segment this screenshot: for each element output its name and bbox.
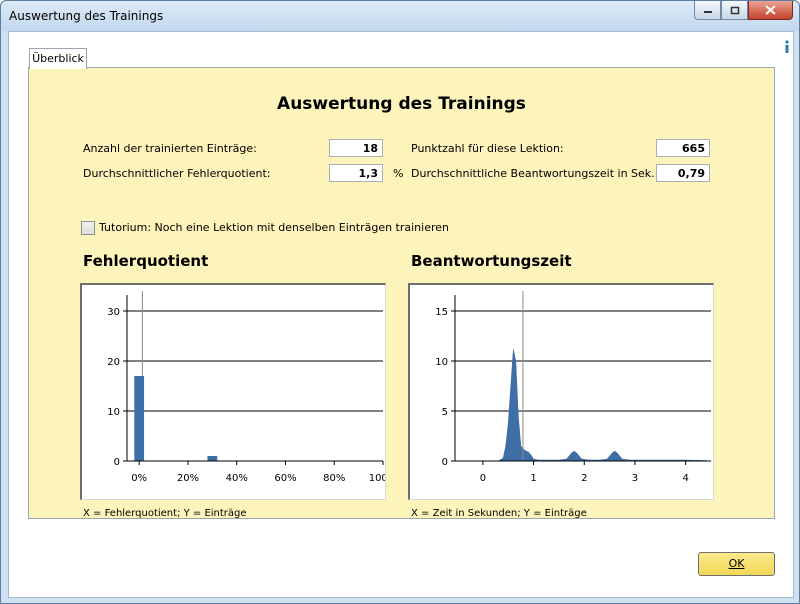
- page-title: Auswertung des Trainings: [277, 94, 526, 114]
- error-chart-bar: [207, 456, 218, 461]
- error-value: 1,3: [329, 164, 383, 182]
- minimize-icon[interactable]: [694, 1, 721, 20]
- time-chart: 0 5 10 15 0 1 2 3 4: [408, 283, 714, 500]
- score-value: 665: [656, 139, 710, 157]
- tutorial-checkbox-label[interactable]: Tutorium: Noch eine Lektion mit denselbe…: [99, 221, 449, 234]
- maximize-icon[interactable]: [721, 1, 748, 20]
- error-chart-x-tick-label: 60%: [274, 473, 296, 484]
- time-chart-svg: 0 5 10 15 0 1 2 3 4: [435, 291, 711, 484]
- tutorial-checkbox[interactable]: [81, 221, 95, 235]
- entries-label: Anzahl der trainierten Einträge:: [83, 142, 257, 155]
- error-chart-bar: [134, 376, 145, 461]
- error-chart-x-tick-label: 100%: [369, 473, 385, 484]
- time-chart-y-tick-label: 5: [442, 407, 448, 418]
- error-chart-svg: 0 10 20 30 0% 20% 40% 60% 80% 100%: [107, 291, 385, 484]
- score-label: Punktzahl für diese Lektion:: [411, 142, 564, 155]
- tab-overview[interactable]: Überblick: [29, 48, 87, 69]
- tab-panel: Auswertung des Trainings Anzahl der trai…: [28, 67, 775, 519]
- error-chart-y-tick-label: 0: [114, 457, 120, 468]
- time-chart-x-tick-label: 1: [530, 473, 536, 484]
- time-chart-y-tick-label: 15: [435, 307, 448, 318]
- time-chart-x-tick-label: 4: [682, 473, 688, 484]
- error-chart: 0 10 20 30 0% 20% 40% 60% 80% 100%: [80, 283, 386, 500]
- entries-value: 18: [329, 139, 383, 157]
- error-chart-y-tick-label: 20: [107, 357, 120, 368]
- close-icon[interactable]: [748, 1, 793, 20]
- error-chart-x-tick-label: 0%: [131, 473, 147, 484]
- time-chart-y-tick-label: 0: [442, 457, 448, 468]
- window-title: Auswertung des Trainings: [9, 9, 164, 23]
- error-chart-x-tick-label: 20%: [177, 473, 199, 484]
- time-label: Durchschnittliche Beantwortungszeit in S…: [411, 167, 659, 180]
- ok-button[interactable]: OK: [698, 552, 775, 576]
- time-chart-x-tick-label: 0: [480, 473, 486, 484]
- time-chart-area-series: [497, 348, 707, 462]
- error-chart-title: Fehlerquotient: [83, 252, 209, 270]
- dialog-window: Auswertung des Trainings Überblick Auswe…: [0, 0, 800, 604]
- window-controls: [694, 1, 793, 20]
- time-value: 0,79: [656, 164, 710, 182]
- error-chart-y-tick-label: 30: [107, 307, 120, 318]
- error-chart-x-tick-label: 80%: [323, 473, 345, 484]
- client-area: Überblick Auswertung des Trainings Anzah…: [8, 31, 794, 598]
- error-chart-caption: X = Fehlerquotient; Y = Einträge: [83, 508, 247, 519]
- error-chart-x-tick-label: 40%: [226, 473, 248, 484]
- error-unit: %: [393, 167, 404, 180]
- error-chart-y-tick-label: 10: [107, 407, 120, 418]
- title-bar[interactable]: Auswertung des Trainings: [1, 1, 799, 31]
- time-chart-x-tick-label: 2: [581, 473, 587, 484]
- info-icon[interactable]: [783, 40, 791, 54]
- error-label: Durchschnittlicher Fehlerquotient:: [83, 167, 271, 180]
- time-chart-caption: X = Zeit in Sekunden; Y = Einträge: [411, 508, 587, 519]
- time-chart-title: Beantwortungszeit: [411, 252, 572, 270]
- time-chart-y-tick-label: 10: [435, 357, 448, 368]
- time-chart-x-tick-label: 3: [632, 473, 638, 484]
